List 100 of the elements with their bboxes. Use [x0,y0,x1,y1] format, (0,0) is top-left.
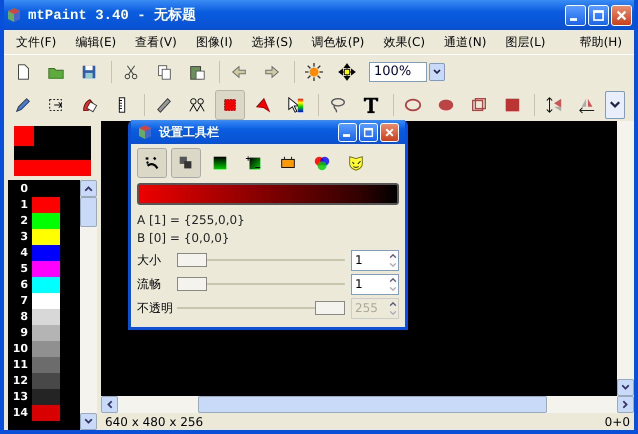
cursor-palette-icon [287,96,305,114]
palette-index: 3 [19,229,29,245]
colour-b-info: B [0] = {0,0,0} [137,230,231,247]
pencil-icon [14,96,32,114]
palette-swatch[interactable] [32,213,60,229]
close-button[interactable] [380,122,399,142]
palette-swatch[interactable] [32,277,60,293]
scrollbar[interactable] [101,396,634,413]
maximize-button[interactable] [359,122,378,142]
colour-a-info: A [1] = {255,0,0} [137,212,246,229]
close-icon [384,126,395,138]
palette-index: 5 [19,261,29,277]
lasso-icon [329,96,347,114]
palette-swatch[interactable] [32,197,60,213]
palette-swatch[interactable] [32,357,60,373]
scroll-down-button[interactable] [80,413,97,430]
scroll-down-button[interactable] [617,379,634,396]
cursor-position: 0+0 [604,414,630,428]
tool-button[interactable] [137,148,167,178]
menu-item[interactable]: 通道(N) [438,34,492,50]
clone-icon [188,96,206,114]
tool-button[interactable] [171,148,201,178]
menu-item[interactable]: 编辑(E) [69,34,122,50]
palette-swatch[interactable] [32,389,60,405]
minimize-button[interactable] [338,122,357,142]
palette-index: 13 [12,389,29,405]
menu-item[interactable]: 图像(I) [190,34,239,50]
scroll-left-button[interactable] [101,396,118,413]
palette-index: 9 [19,325,29,341]
palette-index: 8 [19,309,29,325]
cube-icon [6,7,22,23]
spin-field[interactable]: 1 [351,250,399,270]
maximize-icon [592,8,605,22]
mask-icon [347,154,365,172]
text-icon [362,96,380,114]
scroll-thumb[interactable] [198,396,547,413]
polygon-icon [254,96,272,114]
minimize-button[interactable] [565,4,586,26]
scrollbar[interactable] [617,121,634,396]
palette-index: 2 [19,213,29,229]
menu-item[interactable]: 帮助(H) [574,34,628,50]
palette-swatch[interactable] [32,341,60,357]
slider-thumb[interactable] [177,277,207,291]
scroll-thumb[interactable] [80,197,97,227]
palette-swatch[interactable] [32,229,60,245]
palette-swatch[interactable] [32,325,60,341]
palette-index: 11 [12,357,29,373]
palette-swatch[interactable] [32,309,60,325]
save-icon [80,62,98,80]
menu-item[interactable]: 效果(C) [377,34,432,50]
palette-index: 1 [19,197,29,213]
slider-thumb[interactable] [177,253,207,267]
palette-index: 12 [12,373,29,389]
dropdown-button[interactable] [429,62,445,80]
palette-swatch[interactable] [32,245,60,261]
ellipse-outline-icon [404,96,422,114]
dropdown-button[interactable] [605,90,625,118]
scroll-right-button[interactable] [617,396,634,413]
palette-index: 0 [19,181,29,197]
rectangle-filled-icon [503,96,521,114]
window-title: mtPaint 3.40 - 无标题 [28,6,196,24]
palette-index: 6 [19,277,29,293]
line-icon [155,96,173,114]
sun-icon [305,62,323,80]
dialog-title: 设置工具栏 [159,124,219,140]
palette-index: 7 [19,293,29,309]
palette-swatch[interactable] [32,293,60,309]
palette-swatch[interactable] [32,261,60,277]
gradient-plus-minus-icon [245,154,263,172]
palette-index: 4 [19,245,29,261]
minimize-icon [343,134,350,136]
menu-item[interactable]: 查看(V) [129,34,183,50]
maximize-button[interactable] [588,4,609,26]
menu-item[interactable]: 选择(S) [246,34,299,50]
setting-label: 不透明 [137,300,174,316]
palette-swatch[interactable] [32,405,60,421]
palette-swatch[interactable] [32,373,60,389]
setting-label: 大小 [137,252,162,268]
palette-index: 14 [12,405,29,421]
close-icon [615,8,628,22]
zoom-field[interactable]: 100% [369,62,427,82]
menu-item[interactable]: 文件(F) [10,34,62,50]
image-size: 640 x 480 x 256 [105,414,204,428]
rectangle-outline-icon [470,96,488,114]
cut-icon [122,62,140,80]
scrollbar[interactable] [80,180,97,430]
gradient-icon [211,154,229,172]
maximize-icon [363,126,374,138]
copy-icon [155,62,173,80]
scroll-up-button[interactable] [80,180,97,197]
menu-item[interactable]: 图层(L) [499,34,552,50]
menu-item[interactable]: 调色板(P) [306,34,370,50]
close-button[interactable] [611,4,632,26]
brush-icon [143,154,161,172]
move-icon [338,62,356,80]
flip-vertical-icon [545,96,563,114]
setting-label: 流畅 [137,276,162,292]
spin-field[interactable]: 1 [351,274,399,294]
colour-wheel-icon [313,154,331,172]
cube-icon [137,124,153,140]
